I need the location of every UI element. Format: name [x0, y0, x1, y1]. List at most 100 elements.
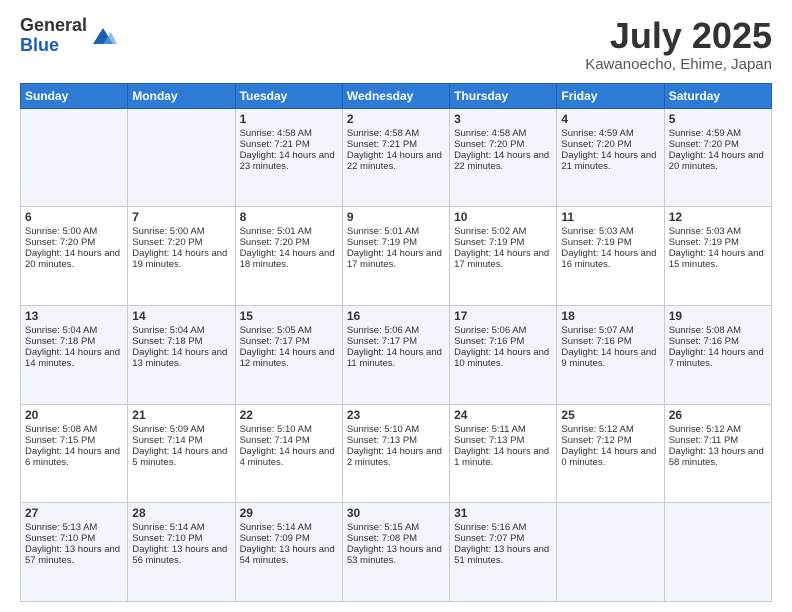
sunset-text: Sunset: 7:16 PM [561, 336, 659, 347]
daylight-text: Daylight: 14 hours and 19 minutes. [132, 248, 230, 270]
table-row: 14Sunrise: 5:04 AMSunset: 7:18 PMDayligh… [128, 305, 235, 404]
day-number: 15 [240, 309, 338, 323]
day-number: 11 [561, 210, 659, 224]
day-number: 9 [347, 210, 445, 224]
header-tuesday: Tuesday [235, 83, 342, 108]
day-number: 30 [347, 506, 445, 520]
table-row: 7Sunrise: 5:00 AMSunset: 7:20 PMDaylight… [128, 207, 235, 306]
sunset-text: Sunset: 7:20 PM [669, 139, 767, 150]
day-number: 21 [132, 408, 230, 422]
table-row: 29Sunrise: 5:14 AMSunset: 7:09 PMDayligh… [235, 503, 342, 602]
sunset-text: Sunset: 7:17 PM [240, 336, 338, 347]
daylight-text: Daylight: 13 hours and 56 minutes. [132, 544, 230, 566]
table-row: 2Sunrise: 4:58 AMSunset: 7:21 PMDaylight… [342, 108, 449, 207]
sunset-text: Sunset: 7:16 PM [669, 336, 767, 347]
sunrise-text: Sunrise: 5:08 AM [669, 325, 767, 336]
logo-icon [89, 22, 117, 50]
table-row: 15 Sunrise: 5:05 AMSunset: 7:17 PMDayligh… [235, 305, 342, 404]
sunset-text: Sunset: 7:10 PM [25, 533, 123, 544]
table-row [21, 108, 128, 207]
sunrise-text: Sunrise: 5:00 AM [25, 226, 123, 237]
header: General Blue July 2025 Kawanoecho, Ehime… [20, 16, 772, 73]
day-number: 2 [347, 112, 445, 126]
day-number: 3 [454, 112, 552, 126]
day-number: 25 [561, 408, 659, 422]
header-sunday: Sunday [21, 83, 128, 108]
table-row: 11Sunrise: 5:03 AMSunset: 7:19 PMDayligh… [557, 207, 664, 306]
daylight-text: Daylight: 14 hours and 9 minutes. [561, 347, 659, 369]
daylight-text: Daylight: 14 hours and 16 minutes. [561, 248, 659, 270]
table-row: 24Sunrise: 5:11 AMSunset: 7:13 PMDayligh… [450, 404, 557, 503]
sunset-text: Sunset: 7:18 PM [132, 336, 230, 347]
daylight-text: Daylight: 14 hours and 23 minutes. [240, 150, 338, 172]
sunrise-text: Sunrise: 5:16 AM [454, 522, 552, 533]
sunrise-text: Sunrise: 5:14 AM [240, 522, 338, 533]
daylight-text: Daylight: 13 hours and 54 minutes. [240, 544, 338, 566]
table-row: 4Sunrise: 4:59 AMSunset: 7:20 PMDaylight… [557, 108, 664, 207]
sunset-text: Sunset: 7:14 PM [132, 435, 230, 446]
header-friday: Friday [557, 83, 664, 108]
day-number: 8 [240, 210, 338, 224]
sunset-text: Sunset: 7:14 PM [240, 435, 338, 446]
header-monday: Monday [128, 83, 235, 108]
sunset-text: Sunset: 7:10 PM [132, 533, 230, 544]
calendar-table: Sunday Monday Tuesday Wednesday Thursday… [20, 83, 772, 602]
calendar-week-row: 1 Sunrise: 4:58 AM Sunset: 7:21 PM Daylight… [21, 108, 772, 207]
sunrise-text: Sunrise: 5:07 AM [561, 325, 659, 336]
logo: General Blue [20, 16, 117, 56]
daylight-text: Daylight: 14 hours and 10 minutes. [454, 347, 552, 369]
table-row [128, 108, 235, 207]
day-number: 27 [25, 506, 123, 520]
sunset-text: Sunset: 7:20 PM [25, 237, 123, 248]
daylight-text: Daylight: 14 hours and 1 minute. [454, 446, 552, 468]
sunrise-text: Sunrise: 5:06 AM [347, 325, 445, 336]
daylight-text: Daylight: 14 hours and 17 minutes. [347, 248, 445, 270]
sunset-text: Sunset: 7:21 PM [347, 139, 445, 150]
daylight-text: Daylight: 14 hours and 21 minutes. [561, 150, 659, 172]
calendar-week-row: 20Sunrise: 5:08 AMSunset: 7:15 PMDayligh… [21, 404, 772, 503]
title-block: July 2025 Kawanoecho, Ehime, Japan [585, 16, 772, 73]
day-number: 17 [454, 309, 552, 323]
sunrise-text: Sunrise: 5:01 AM [347, 226, 445, 237]
day-number: 26 [669, 408, 767, 422]
day-number: 31 [454, 506, 552, 520]
table-row: 26Sunrise: 5:12 AMSunset: 7:11 PMDayligh… [664, 404, 771, 503]
header-wednesday: Wednesday [342, 83, 449, 108]
day-number: 14 [132, 309, 230, 323]
sunrise-text: Sunrise: 4:58 AM [454, 128, 552, 139]
daylight-text: Daylight: 14 hours and 20 minutes. [25, 248, 123, 270]
sunrise-text: Sunrise: 5:05 AM [240, 325, 338, 336]
day-number: 4 [561, 112, 659, 126]
sunrise-text: Sunrise: 5:09 AM [132, 424, 230, 435]
sunset-text: Sunset: 7:07 PM [454, 533, 552, 544]
sunrise-text: Sunrise: 5:06 AM [454, 325, 552, 336]
daylight-text: Daylight: 14 hours and 20 minutes. [669, 150, 767, 172]
table-row: 12Sunrise: 5:03 AMSunset: 7:19 PMDayligh… [664, 207, 771, 306]
day-number: 5 [669, 112, 767, 126]
calendar-page: General Blue July 2025 Kawanoecho, Ehime… [0, 0, 792, 612]
table-row: 19Sunrise: 5:08 AMSunset: 7:16 PMDayligh… [664, 305, 771, 404]
header-saturday: Saturday [664, 83, 771, 108]
logo-blue: Blue [20, 36, 87, 56]
calendar-week-row: 6Sunrise: 5:00 AMSunset: 7:20 PMDaylight… [21, 207, 772, 306]
weekday-header-row: Sunday Monday Tuesday Wednesday Thursday… [21, 83, 772, 108]
table-row: 5Sunrise: 4:59 AMSunset: 7:20 PMDaylight… [664, 108, 771, 207]
daylight-text: Daylight: 14 hours and 18 minutes. [240, 248, 338, 270]
sunrise-text: Sunrise: 5:14 AM [132, 522, 230, 533]
sunset-text: Sunset: 7:13 PM [347, 435, 445, 446]
daylight-text: Daylight: 14 hours and 13 minutes. [132, 347, 230, 369]
table-row: 20Sunrise: 5:08 AMSunset: 7:15 PMDayligh… [21, 404, 128, 503]
table-row: 28Sunrise: 5:14 AMSunset: 7:10 PMDayligh… [128, 503, 235, 602]
day-number: 29 [240, 506, 338, 520]
table-row: 23Sunrise: 5:10 AMSunset: 7:13 PMDayligh… [342, 404, 449, 503]
table-row [557, 503, 664, 602]
logo-general: General [20, 16, 87, 36]
day-number: 12 [669, 210, 767, 224]
table-row: 21Sunrise: 5:09 AMSunset: 7:14 PMDayligh… [128, 404, 235, 503]
daylight-text: Daylight: 14 hours and 12 minutes. [240, 347, 338, 369]
sunrise-text: Sunrise: 5:01 AM [240, 226, 338, 237]
sunrise-text: Sunrise: 5:13 AM [25, 522, 123, 533]
sunset-text: Sunset: 7:20 PM [454, 139, 552, 150]
day-number: 1 [240, 112, 338, 126]
daylight-text: Daylight: 14 hours and 14 minutes. [25, 347, 123, 369]
